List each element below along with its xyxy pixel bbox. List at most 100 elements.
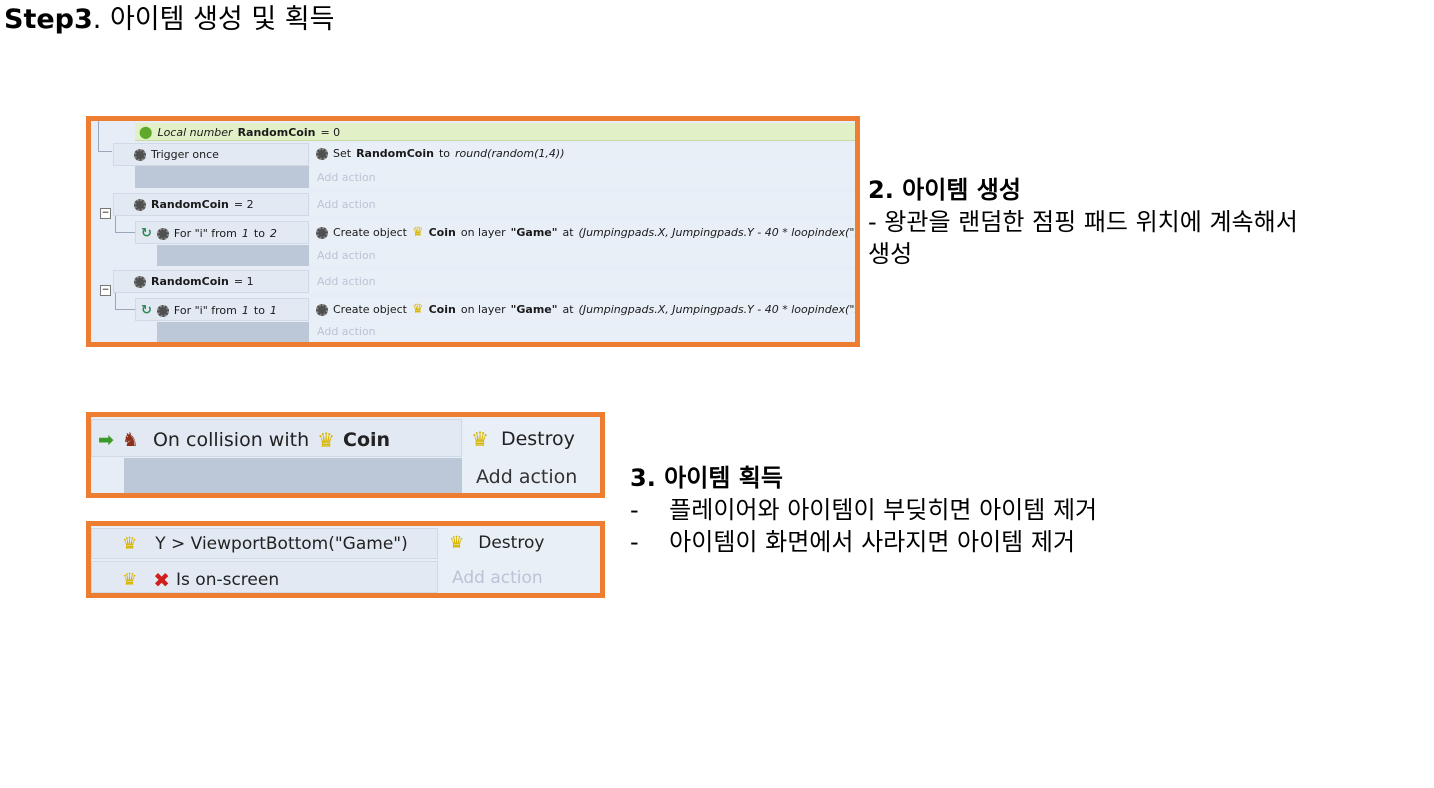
crown-icon: ♛ [411,225,424,240]
create-layer: "Game" [510,303,558,316]
event-sheet-panel-collision: ➡ ♞ On collision with ♛ Coin ♛ Destroy A… [86,412,605,498]
condition-randomcoin-1[interactable]: RandomCoin = 1 [113,270,309,293]
system-gear-icon [316,147,328,160]
condition-gutter [91,458,123,493]
step-label: Step3 [4,4,93,35]
create-label: Create object [333,303,407,316]
for-label: For "i" from [173,304,237,317]
invert-x-icon: ✖ [153,568,171,592]
location-pin-icon: ⬤ [139,125,153,139]
local-var-name: RandomCoin [237,125,316,139]
create-on-layer: on layer [460,303,506,316]
system-gear-icon [316,303,328,316]
condition-empty-area [157,322,309,342]
minus-icon: − [100,285,111,296]
for-label: For "i" from [173,227,237,240]
create-layer: "Game" [510,226,558,239]
cond-var: RandomCoin [151,275,229,288]
step-dot: . [92,4,102,35]
loop-icon: ↻ [141,226,152,241]
cond-cmp: = 2 [233,198,254,211]
page-title: Step3. 아이템 생성 및 획득 [4,2,334,38]
condition-on-collision[interactable]: ➡ ♞ On collision with ♛ Coin [91,419,462,457]
add-action-label: Add action [317,275,376,288]
create-at: at [562,226,574,239]
collapse-toggle[interactable]: − [100,200,111,219]
note-heading: 3. 아이템 획득 [630,464,783,492]
for-from: 1 [241,304,249,317]
add-action-link[interactable]: Add action [310,167,855,188]
event-sheet-panel-offscreen: ♛ Y > ViewportBottom("Game") ♛ Destroy ♛… [86,521,605,598]
action-create-object-2[interactable]: Create object ♛ Coin on layer "Game" at … [310,298,855,321]
destroy-label: Destroy [478,533,545,553]
title-text: 아이템 생성 및 획득 [109,4,335,35]
condition-trigger-once[interactable]: Trigger once [113,143,309,166]
for-to-word: to [253,227,265,240]
set-expr: round(random(1,4)) [454,147,565,160]
loop-icon: ↻ [141,303,152,318]
note-line: - 왕관을 랜덤한 점핑 패드 위치에 계속해서 [868,208,1298,236]
on-screen-label: Is on-screen [176,570,280,590]
subevent-for-loop-1[interactable]: ↻ For "i" from 1 to 2 [135,221,309,244]
for-from: 1 [241,227,249,240]
create-args: (Jumpingpads.X, Jumpingpads.Y - 40 * loo… [578,226,860,239]
tree-line [115,216,116,232]
create-on-layer: on layer [460,226,506,239]
add-action-link[interactable]: Add action [463,458,600,493]
note-line: - 아이템이 화면에서 사라지면 아이템 제거 [630,528,1076,556]
collision-label: On collision with [152,429,310,451]
add-action-link[interactable]: Add action [310,322,855,342]
crown-icon: ♛ [471,427,489,451]
note-line: - 플레이어와 아이템이 부딪히면 아이템 제거 [630,496,1098,524]
tree-line [98,121,99,151]
note-line: 생성 [868,240,913,268]
local-variable-row[interactable]: ⬤ Local number RandomCoin = 0 [135,123,855,141]
crown-icon: ♛ [122,534,138,554]
system-gear-icon [134,198,146,211]
add-action-link[interactable]: Add action [439,561,600,593]
add-action-label: Add action [317,198,376,211]
create-at: at [562,303,574,316]
tree-line [115,293,116,309]
condition-y-viewportbottom[interactable]: ♛ Y > ViewportBottom("Game") [91,528,438,559]
tree-line [115,232,135,233]
condition-randomcoin-2[interactable]: RandomCoin = 2 [113,193,309,216]
action-create-object-1[interactable]: Create object ♛ Coin on layer "Game" at … [310,221,855,244]
condition-is-on-screen-inverted[interactable]: ♛ ✖ Is on-screen [91,561,438,593]
system-gear-icon [156,227,169,240]
condition-empty-area [135,166,309,188]
note-item-creation: 2. 아이템 생성 - 왕관을 랜덤한 점핑 패드 위치에 계속해서 생성 [868,174,1298,270]
tree-line [115,309,135,310]
set-label: Set [333,147,352,160]
local-var-prefix: Local number [157,125,233,139]
minus-icon: − [100,208,111,219]
set-var: RandomCoin [356,147,434,160]
action-set-randomcoin[interactable]: Set RandomCoin to round(random(1,4)) [310,143,855,166]
for-to-word: to [253,304,265,317]
system-gear-icon [316,226,328,239]
for-to: 1 [269,304,277,317]
add-action-link[interactable]: Add action [310,245,855,266]
event-sheet-panel-create: ⬤ Local number RandomCoin = 0 Trigger on… [86,116,860,347]
system-gear-icon [134,148,146,161]
y-condition-label: Y > ViewportBottom("Game") [155,534,408,554]
action-destroy[interactable]: ♛ Destroy [439,528,600,559]
local-var-value: = 0 [320,125,341,139]
collision-obj: Coin [343,429,391,451]
crown-icon: ♛ [317,428,336,452]
add-action-link[interactable]: Add action [310,193,855,216]
system-gear-icon [156,304,169,317]
create-label: Create object [333,226,407,239]
condition-empty-area [124,458,462,493]
action-destroy[interactable]: ♛ Destroy [463,419,600,457]
create-obj: Coin [428,226,456,239]
add-action-label: Add action [317,249,376,262]
collapse-toggle[interactable]: − [100,277,111,296]
note-heading: 2. 아이템 생성 [868,176,1021,204]
system-gear-icon [134,275,146,288]
subevent-for-loop-2[interactable]: ↻ For "i" from 1 to 1 [135,298,309,321]
condition-empty-area [157,245,309,266]
add-action-label: Add action [476,466,578,488]
trigger-once-label: Trigger once [151,148,219,161]
add-action-link[interactable]: Add action [310,270,855,293]
